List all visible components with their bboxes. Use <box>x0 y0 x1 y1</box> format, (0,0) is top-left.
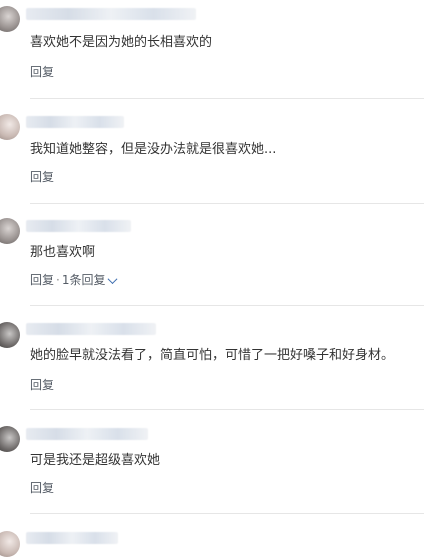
divider <box>30 409 424 410</box>
avatar[interactable] <box>0 114 20 140</box>
username-blurred[interactable] <box>26 8 196 20</box>
comment-actions: 回复 <box>30 169 54 185</box>
avatar[interactable] <box>0 322 20 348</box>
comment-actions: 回复 <box>30 64 54 80</box>
reply-button[interactable]: 回复 <box>30 65 54 79</box>
avatar[interactable] <box>0 426 20 452</box>
reply-button[interactable]: 回复 <box>30 378 54 392</box>
chevron-down-icon <box>108 274 118 285</box>
username-blurred[interactable] <box>26 532 118 544</box>
reply-button[interactable]: 回复 <box>30 273 54 287</box>
comment-text: 可是我还是超级喜欢她 <box>30 453 161 468</box>
avatar[interactable] <box>0 531 20 557</box>
view-replies-button[interactable]: 1条回复 <box>61 273 118 287</box>
divider <box>30 305 424 306</box>
comment-text: 我知道她整容，但是没办法就是很喜欢她... <box>30 142 277 157</box>
username-blurred[interactable] <box>26 428 148 440</box>
username-blurred[interactable] <box>26 220 131 232</box>
divider <box>30 203 424 204</box>
comment-actions: 回复 · 1条回复 <box>30 272 118 288</box>
reply-button[interactable]: 回复 <box>30 481 54 495</box>
comment-actions: 回复 <box>30 480 54 496</box>
comment-actions: 回复 <box>30 377 54 393</box>
avatar[interactable] <box>0 6 20 32</box>
comment-text: 那也喜欢啊 <box>30 245 96 260</box>
avatar[interactable] <box>0 218 20 244</box>
reply-button[interactable]: 回复 <box>30 170 54 184</box>
divider <box>30 98 424 99</box>
username-blurred[interactable] <box>26 323 156 335</box>
comment-text: 喜欢她不是因为她的长相喜欢的 <box>30 35 213 50</box>
username-blurred[interactable] <box>26 116 124 128</box>
replies-count: 1条回复 <box>61 273 106 287</box>
separator-dot: · <box>56 273 60 287</box>
divider <box>30 513 424 514</box>
comment-text: 她的脸早就没法看了，简直可怕，可惜了一把好嗓子和好身材。 <box>30 348 395 363</box>
